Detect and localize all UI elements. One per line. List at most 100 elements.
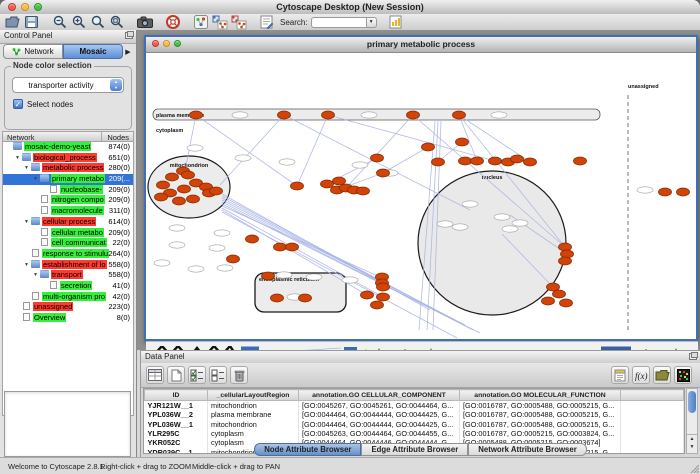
tab-scroll-right-button[interactable]: ▶ — [123, 44, 133, 59]
delete-attribute-button[interactable] — [230, 366, 248, 384]
tree-item-nucleobase-[interactable]: nucleobase-209(0) — [3, 185, 133, 196]
network-node[interactable] — [166, 173, 179, 181]
column-header[interactable] — [621, 390, 684, 401]
network-node[interactable] — [659, 188, 672, 196]
network-node[interactable] — [459, 157, 472, 165]
table-row[interactable]: YPL036W__2plasma membrane[GO:0044464, GO… — [145, 410, 684, 419]
open-session-button[interactable] — [4, 15, 21, 30]
select-nodes-checkbox[interactable]: ✓ — [13, 99, 23, 109]
network-node[interactable] — [432, 158, 445, 166]
network-node[interactable] — [489, 157, 502, 165]
matrix-view-button[interactable] — [674, 366, 692, 384]
zoom-in-button[interactable] — [70, 15, 87, 30]
network-node-label[interactable] — [169, 242, 185, 248]
network-node-label[interactable] — [188, 266, 204, 272]
network-node[interactable] — [274, 243, 287, 251]
table-row[interactable]: YPL036W__1mitochondrion[GO:0044464, GO:0… — [145, 420, 684, 429]
network-node[interactable] — [157, 181, 170, 189]
tree-item-biological-process[interactable]: ▼biological_process651(0) — [3, 153, 133, 164]
expand-triangle-icon[interactable]: ▼ — [24, 260, 31, 271]
unselect-all-attributes-button[interactable] — [209, 366, 227, 384]
tree-item-mosaic-demo-yeast[interactable]: mosaic-demo-yeast874(0) — [3, 142, 133, 153]
network-node[interactable] — [333, 177, 346, 185]
network-node-label[interactable] — [502, 226, 518, 232]
tab-mosaic[interactable]: Mosaic — [63, 44, 123, 59]
vizmapper-button[interactable] — [192, 15, 209, 30]
network-node[interactable] — [553, 290, 566, 298]
network-node-label[interactable] — [494, 214, 510, 220]
tree-item-nitrogen-compo[interactable]: nitrogen compo209(0) — [3, 195, 133, 206]
column-header[interactable]: ID — [145, 390, 208, 401]
tree-item-cellular-process[interactable]: ▼cellular process614(0) — [3, 217, 133, 228]
network-node[interactable] — [271, 294, 284, 302]
node-color-dropdown[interactable]: transporter activity ▲▼ — [12, 77, 124, 93]
tab-network-attribute-browser[interactable]: Network Attribute Browser — [468, 443, 587, 456]
column-header[interactable]: annotation.GO CELLULAR_COMPONENT — [299, 390, 460, 401]
expand-triangle-icon[interactable]: ▼ — [24, 163, 31, 174]
birds-eye-view[interactable] — [4, 391, 131, 457]
network-node[interactable] — [559, 257, 572, 265]
tree-item-metabolic-process[interactable]: ▼metabolic process280(0) — [3, 163, 133, 174]
annotation-button[interactable] — [258, 15, 275, 30]
tree-item-transport[interactable]: ▼transport558(0) — [3, 270, 133, 281]
expand-triangle-icon[interactable]: ▼ — [33, 270, 40, 281]
filter-networks-button[interactable] — [230, 15, 247, 30]
import-attributes-button[interactable] — [653, 366, 671, 384]
network-node[interactable] — [677, 188, 690, 196]
expand-triangle-icon[interactable]: ▼ — [33, 174, 40, 185]
export-image-button[interactable] — [136, 15, 153, 30]
network-node[interactable] — [299, 294, 312, 302]
network-canvas[interactable]: plasma membrane cytoplasm mitochondrion … — [146, 53, 696, 339]
network-node[interactable] — [210, 187, 223, 195]
network-node[interactable] — [227, 255, 240, 263]
network-node[interactable] — [407, 111, 420, 119]
float-data-panel-icon[interactable] — [689, 353, 697, 360]
network-node-label[interactable] — [361, 112, 377, 118]
network-node[interactable] — [182, 171, 195, 179]
network-node[interactable] — [560, 299, 573, 307]
network-node[interactable] — [471, 157, 484, 165]
network-node-label[interactable] — [512, 220, 528, 226]
network-node-label[interactable] — [154, 260, 170, 266]
network-node[interactable] — [456, 138, 469, 146]
tree-item-overview[interactable]: Overview8(0) — [3, 313, 133, 324]
network-node[interactable] — [377, 293, 390, 301]
resize-grip[interactable] — [689, 463, 699, 473]
tree-item-cellular-metabo[interactable]: cellular metabo209(0) — [3, 228, 133, 239]
tree-item-multi-organism-pro[interactable]: multi-organism pro42(0) — [3, 292, 133, 303]
network-node[interactable] — [187, 195, 200, 203]
zoom-out-button[interactable] — [51, 15, 68, 30]
expand-triangle-icon[interactable]: ▼ — [24, 217, 31, 228]
table-row[interactable]: YJR121W__1mitochondrion[GO:0045267, GO:0… — [145, 401, 684, 411]
network-node[interactable] — [246, 235, 259, 243]
select-all-attributes-button[interactable] — [188, 366, 206, 384]
network-node-label[interactable] — [637, 187, 653, 193]
network-node[interactable] — [511, 155, 524, 163]
network-node[interactable] — [371, 154, 384, 162]
network-node-label[interactable] — [452, 224, 468, 230]
network-node-label[interactable] — [279, 159, 295, 165]
create-attribute-button[interactable] — [167, 366, 185, 384]
search-input[interactable] — [311, 17, 366, 28]
help-button[interactable] — [164, 15, 181, 30]
network-node[interactable] — [371, 301, 384, 309]
select-attributes-button[interactable] — [146, 366, 164, 384]
scrollbar-thumb[interactable] — [688, 391, 696, 413]
network-node-label[interactable] — [462, 201, 478, 207]
network-node[interactable] — [190, 111, 203, 119]
merge-networks-button[interactable] — [211, 15, 228, 30]
network-node-label[interactable] — [437, 221, 453, 227]
network-node[interactable] — [322, 111, 335, 119]
search-dropdown-button[interactable]: ▼ — [366, 17, 377, 28]
network-node-label[interactable] — [209, 245, 225, 251]
network-node[interactable] — [377, 169, 390, 177]
expand-triangle-icon[interactable]: ▼ — [15, 153, 22, 164]
network-node-label[interactable] — [169, 225, 185, 231]
tree-item-cell-communicat[interactable]: cell communicat22(0) — [3, 238, 133, 249]
attribute-editor-button[interactable] — [611, 366, 629, 384]
tree-item-primary-metabo[interactable]: ▼primary metabo209(... — [3, 174, 133, 185]
search-config-button[interactable] — [387, 15, 404, 30]
table-row[interactable]: YLR295Ccytoplasm[GO:0045263, GO:0044464,… — [145, 429, 684, 438]
network-node-label[interactable] — [235, 155, 251, 161]
column-header[interactable]: _cellularLayoutRegion — [208, 390, 299, 401]
